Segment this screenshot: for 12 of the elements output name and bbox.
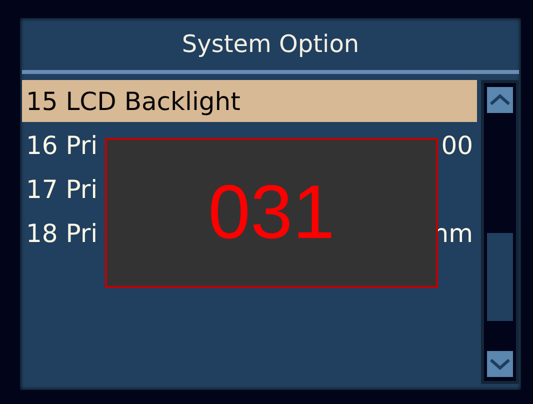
option-value: 00 (441, 130, 473, 160)
scrollbar[interactable] (481, 80, 519, 384)
popup-value: 031 (208, 175, 335, 251)
dialog-title: System Option (180, 29, 360, 60)
option-label: 15 LCD Backlight (26, 86, 240, 116)
option-label: 17 Pri (26, 174, 98, 204)
scroll-up-icon[interactable] (487, 87, 513, 113)
option-label: 16 Pri (26, 130, 98, 160)
option-item[interactable]: 15 LCD Backlight (22, 80, 477, 122)
scroll-down-icon[interactable] (487, 351, 513, 377)
option-label: 18 Pri (26, 218, 98, 248)
scroll-thumb[interactable] (487, 233, 513, 321)
